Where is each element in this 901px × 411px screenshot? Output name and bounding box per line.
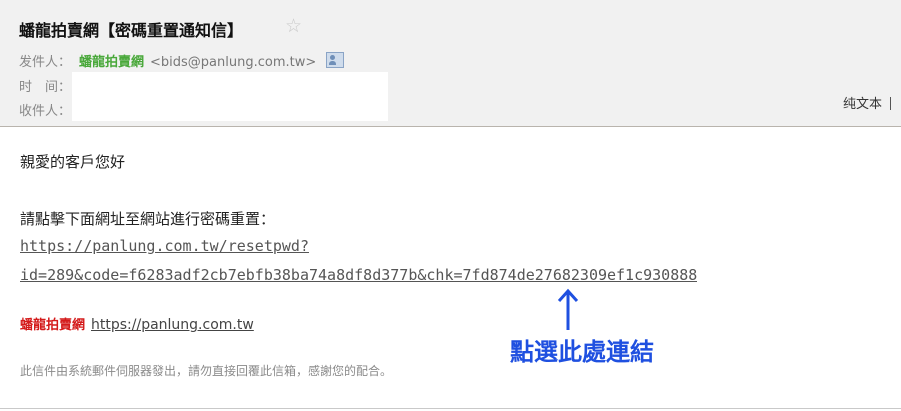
- email-subject: 蟠龍拍賣網【密碼重置通知信】: [19, 21, 244, 40]
- reset-link-line1[interactable]: https://panlung.com.tw/resetpwd?: [20, 237, 309, 255]
- plain-text-toggle[interactable]: 纯文本: [843, 93, 891, 112]
- up-arrow-icon: [557, 288, 579, 330]
- reset-link-line2[interactable]: id=289&code=f6283adf2cb7ebfb38ba74a8df8d…: [20, 266, 697, 284]
- signature: 蟠龍拍賣網 https://panlung.com.tw: [20, 314, 254, 333]
- signature-link[interactable]: https://panlung.com.tw: [91, 317, 254, 333]
- to-label: 收件人：: [19, 104, 72, 119]
- sender-email: <bids@panlung.com.tw>: [150, 55, 317, 70]
- contact-card-icon[interactable]: [326, 52, 345, 68]
- sender-row: 发件人： 蟠龍拍賣網 <bids@panlung.com.tw>: [19, 51, 345, 70]
- from-label: 发件人：: [19, 55, 72, 70]
- redacted-area: [72, 72, 388, 121]
- time-label: 时 间：: [19, 80, 72, 95]
- recipient-row: 收件人：: [19, 100, 79, 119]
- divider: [0, 408, 901, 409]
- signature-brand: 蟠龍拍賣網: [20, 318, 86, 333]
- sender-name[interactable]: 蟠龍拍賣網: [79, 55, 144, 70]
- instruction-text: 請點擊下面網址至網站進行密碼重置：: [20, 210, 276, 228]
- greeting-text: 親愛的客戶您好: [20, 153, 126, 171]
- callout-text: 點選此處連結: [510, 338, 654, 366]
- footer-note: 此信件由系統郵件伺服器發出，請勿直接回覆此信箱，感謝您的配合。: [20, 364, 393, 378]
- email-header: 蟠龍拍賣網【密碼重置通知信】 ☆ 发件人： 蟠龍拍賣網 <bids@panlung.…: [0, 0, 901, 127]
- time-row: 时 间：: [19, 76, 79, 95]
- star-icon[interactable]: ☆: [285, 16, 302, 36]
